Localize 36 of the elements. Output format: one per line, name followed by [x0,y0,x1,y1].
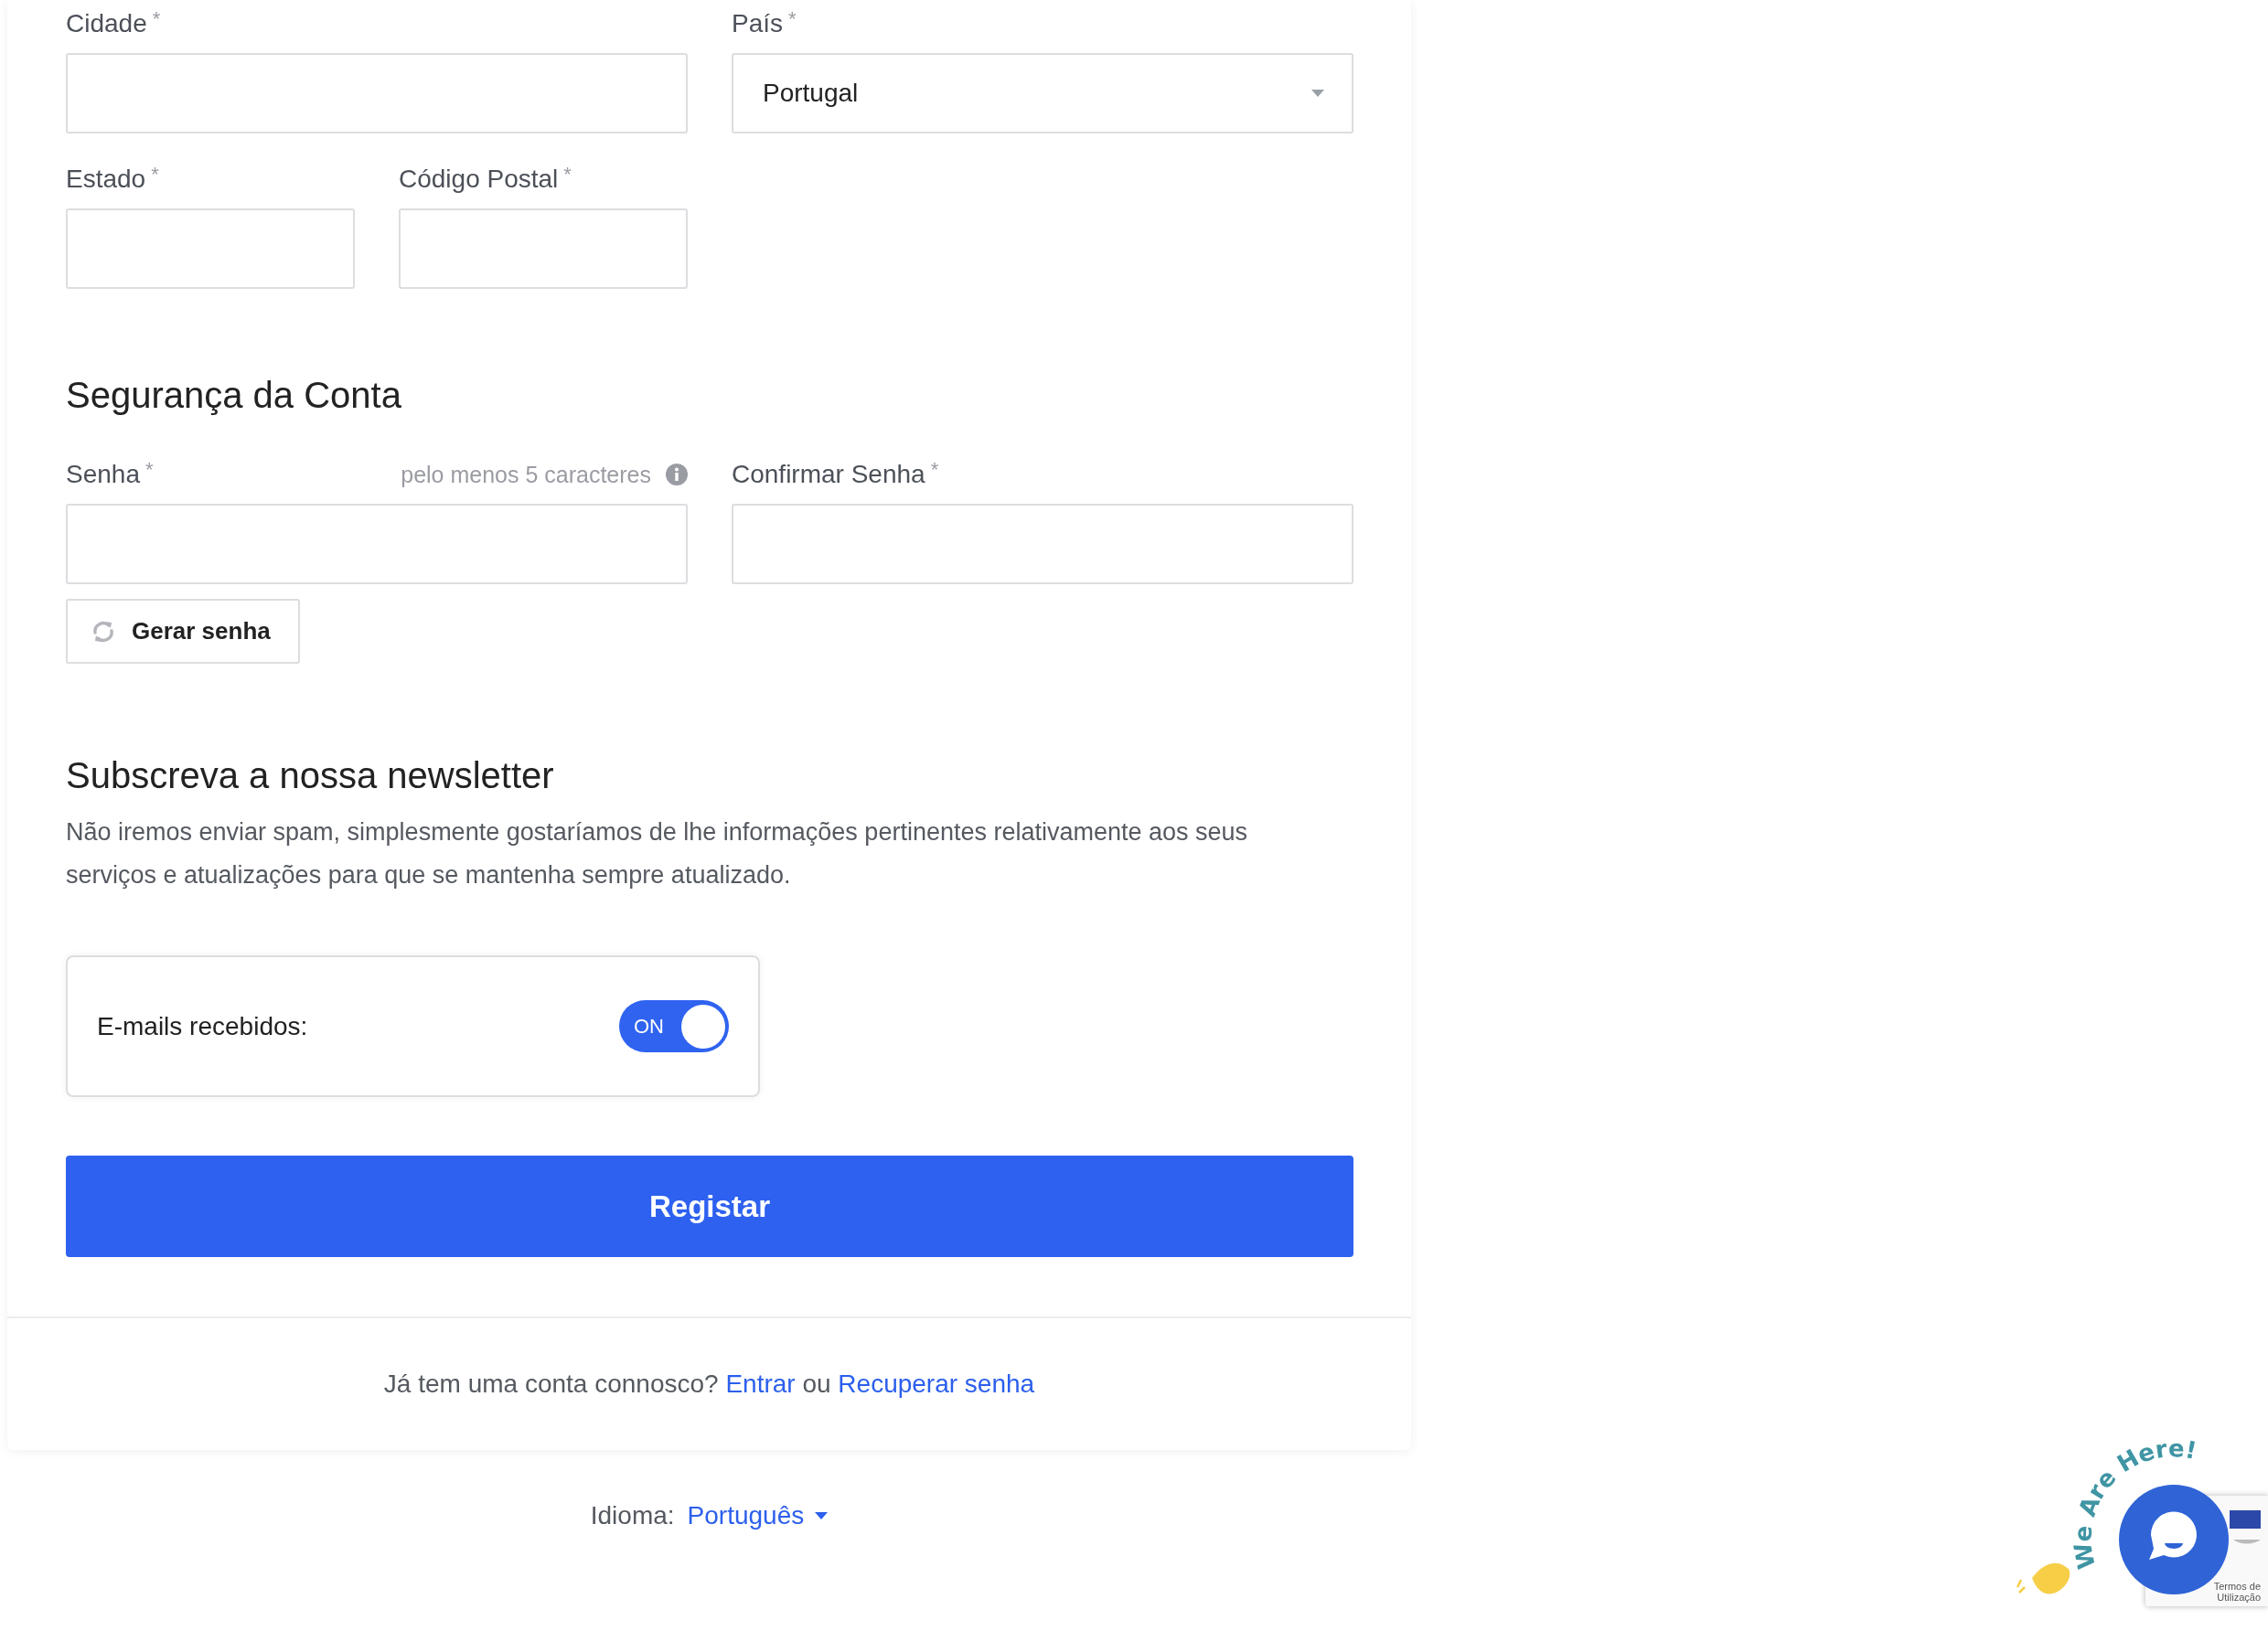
field-label: País [732,9,784,38]
field-label: Estado [66,165,146,194]
hint-text: pelo menos 5 caracteres [401,461,651,488]
required-mark: * [144,458,154,482]
caret-icon [815,1512,829,1519]
caret-icon [1311,90,1324,97]
language-select[interactable]: Português [687,1501,829,1530]
country-select[interactable]: Portugal [732,53,1353,133]
field-label: Código Postal [399,165,559,194]
register-button[interactable]: Registar [66,1156,1353,1257]
input-field[interactable] [399,208,688,289]
password-field[interactable] [732,504,1353,584]
required-mark: * [563,163,572,187]
section-heading: Segurança da Conta [66,375,402,416]
input-field[interactable] [66,208,355,289]
account-prompt: Já tem uma conta connosco? Entrar ou Recuperar senha [383,1370,1035,1399]
toggle-switch[interactable]: ON [619,1000,729,1052]
password-field[interactable] [66,504,688,584]
refresh-icon [91,619,115,644]
required-mark: * [788,7,797,31]
section-heading: Subscreva a nossa newsletter [66,755,555,796]
field-label: Senha [66,460,140,489]
field-label: Cidade [66,9,147,38]
generate-password-button[interactable]: Gerar senha [66,599,300,664]
required-mark: * [152,7,161,31]
login-link[interactable]: Entrar [725,1370,796,1398]
terms-text: Termos de Utilização [2212,1581,2261,1603]
newsletter-description: Não iremos enviar spam, simplesmente gostaríamos de lhe informações pertinentes relativamente aos seus serviços e atualizações para que se mantenha sempre atualizado. [66,817,1249,890]
toggle-label: E-mails recebidos: [97,1011,308,1041]
required-mark: * [151,163,159,187]
info-icon[interactable] [666,464,688,485]
input-field[interactable] [66,53,688,133]
field-label: Confirmar Senha [732,460,925,489]
required-mark: * [930,458,939,482]
recover-password-link[interactable]: Recuperar senha [838,1370,1035,1398]
language-label: Idioma: [590,1501,675,1530]
